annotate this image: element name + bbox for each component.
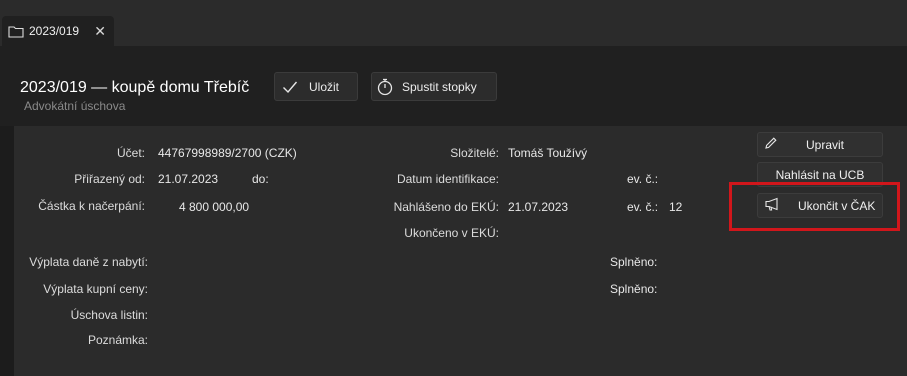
do-label: do: [252, 172, 269, 186]
vyplata-kupni-label: Výplata kupní ceny: [43, 282, 148, 296]
ucet-value: 44767998989/2700 (CZK) [158, 146, 297, 160]
nahlaseno-label: Nahlášeno do EKÚ: [393, 200, 499, 214]
save-button[interactable]: Uložit [274, 72, 358, 101]
save-label: Uložit [309, 79, 340, 94]
pencil-icon [764, 136, 778, 153]
folder-icon [8, 24, 24, 38]
splneno-label: Splněno: [610, 255, 658, 269]
start-stopwatch-button[interactable]: Spustit stopky [371, 72, 497, 101]
tab-title: 2023/019 [29, 24, 80, 38]
upravit-button[interactable]: Upravit [757, 132, 883, 157]
ev-cislo-value: 12 [669, 200, 683, 214]
close-icon[interactable]: ✕ [94, 23, 106, 40]
page-subtitle: Advokátní úschova [24, 99, 126, 113]
page-title: 2023/019 — koupě domu Třebíč [20, 79, 250, 96]
slozitele-value: Tomáš Toužívý [508, 146, 588, 160]
tab-strip: 2023/019 ✕ [0, 0, 907, 46]
upravit-label: Upravit [806, 137, 845, 152]
ukonceno-label: Ukončeno v EKÚ: [404, 226, 499, 240]
stopwatch-label: Spustit stopky [402, 79, 477, 94]
highlight-box [729, 182, 900, 231]
checkmark-icon [281, 78, 299, 96]
prirazeny-value: 21.07.2023 [158, 172, 219, 186]
prirazeny-label: Přiřazený od: [74, 172, 145, 186]
ev-cislo-label-2: ev. č.: [627, 200, 659, 214]
uschova-listin-label: Úschova listin: [70, 308, 148, 322]
poznamka-label: Poznámka: [87, 333, 148, 347]
nahlaseno-value: 21.07.2023 [508, 200, 569, 214]
ev-cislo-label: ev. č.: [627, 172, 659, 186]
document-tab[interactable]: 2023/019 ✕ [2, 16, 114, 46]
splneno-label-2: Splněno: [610, 282, 658, 296]
ucet-label: Účet: [116, 146, 145, 160]
datum-identifikace-label: Datum identifikace: [396, 172, 499, 186]
castka-label: Částka k načerpání: [38, 199, 145, 213]
castka-value: 4 800 000,00 [179, 200, 250, 214]
vyplata-dane-label: Výplata daně z nabytí: [29, 255, 148, 269]
slozitele-label: Složitelé: [450, 146, 499, 160]
stopwatch-icon [376, 78, 394, 96]
nahlasit-label: Nahlásit na UCB [775, 167, 865, 182]
